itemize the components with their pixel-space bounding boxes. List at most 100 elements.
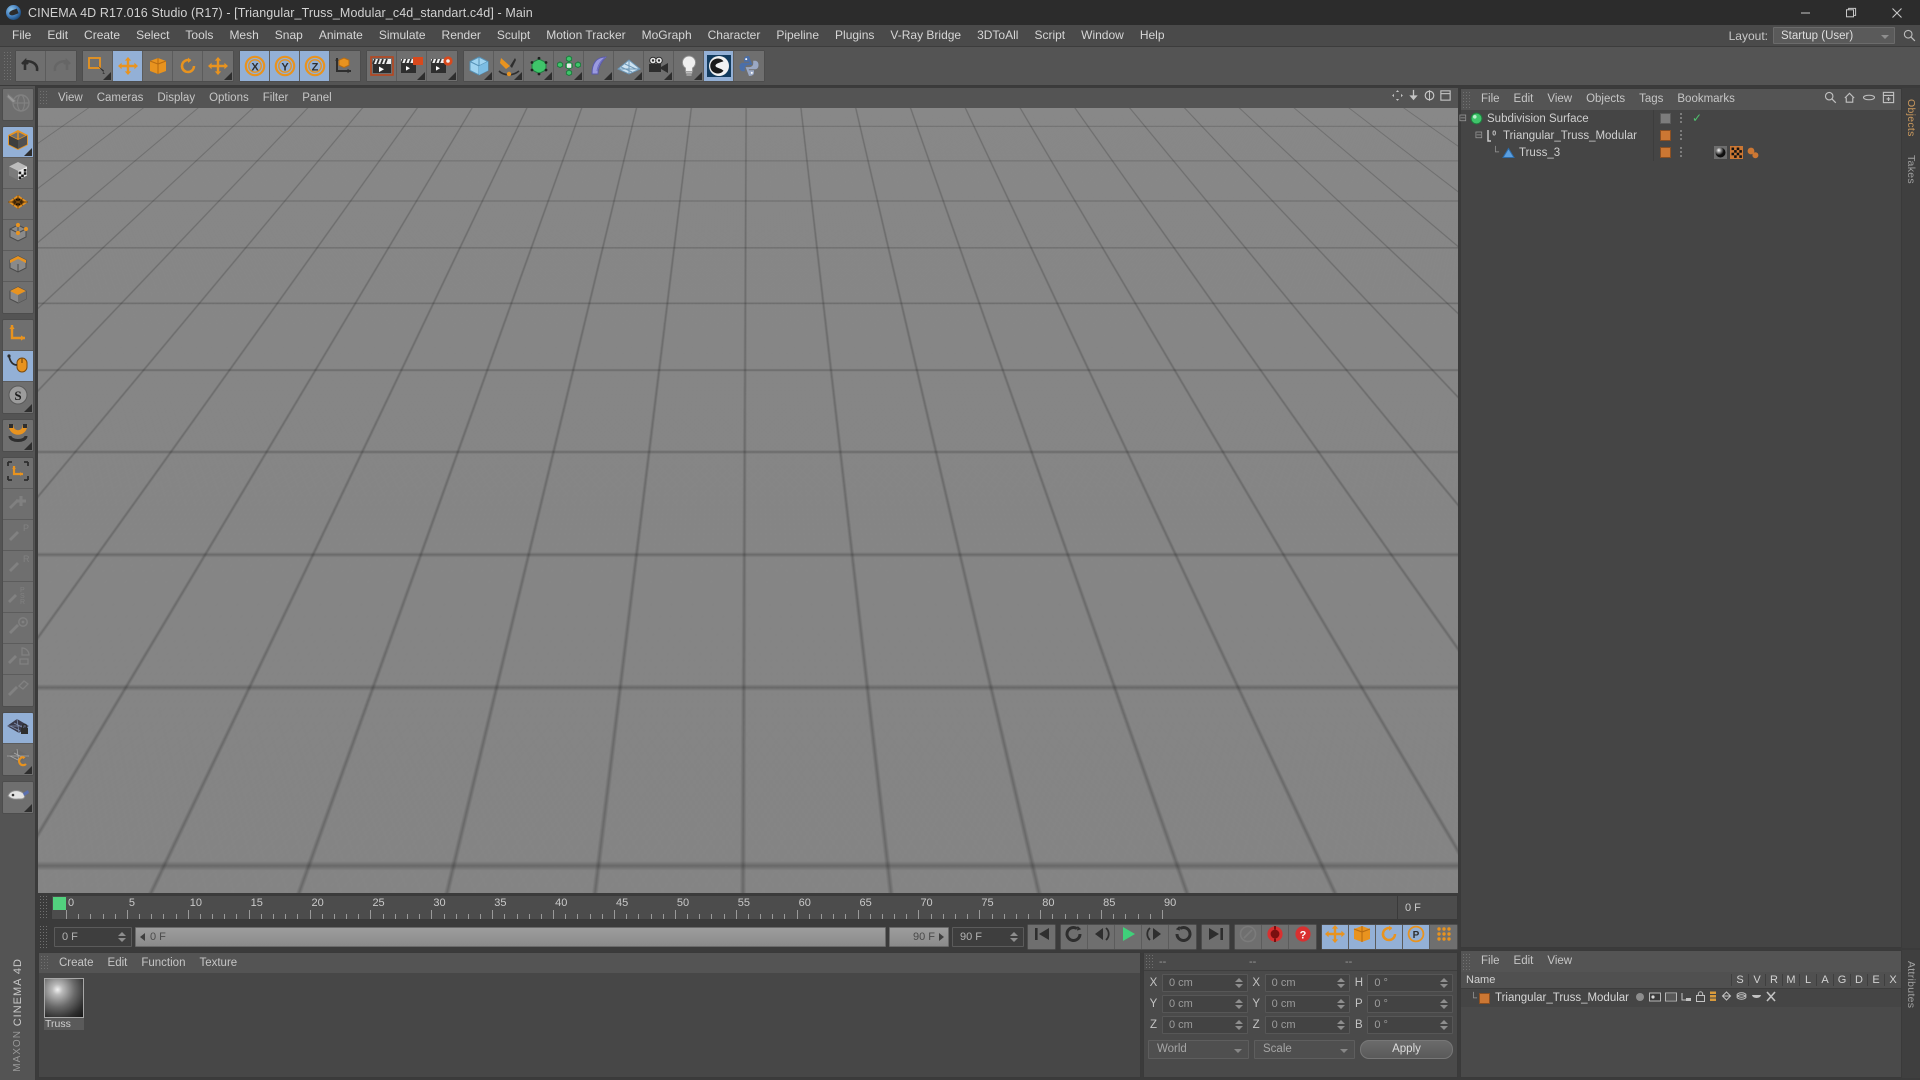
- coord-stepper-icon[interactable]: [1337, 997, 1346, 1011]
- phong-tag-icon[interactable]: [1746, 146, 1760, 162]
- material-menu-function[interactable]: Function: [134, 954, 192, 973]
- coord-stepper-icon[interactable]: [1440, 1018, 1449, 1032]
- attributes-column-m[interactable]: M: [1782, 974, 1799, 986]
- home-icon[interactable]: [1843, 91, 1856, 109]
- polygons-mode-button[interactable]: [2, 282, 33, 313]
- attributes-manager-grip[interactable]: [1461, 953, 1471, 970]
- search-icon[interactable]: [1900, 27, 1918, 45]
- goto-end-button[interactable]: [1202, 924, 1229, 949]
- menu-motion-tracker[interactable]: Motion Tracker: [538, 25, 633, 46]
- object-menu-objects[interactable]: Objects: [1579, 90, 1632, 109]
- timeline-ruler[interactable]: 0 5 10 15 20 25 30 35 40 45 50 55 60 65 70 75 80 85 90: [51, 895, 1398, 920]
- render-settings-button[interactable]: [427, 51, 457, 81]
- rotate-tool-button[interactable]: [173, 51, 203, 81]
- uv-polygons-button[interactable]: [2, 189, 33, 220]
- axis-z-lock-button[interactable]: Z: [300, 51, 330, 81]
- apply-button[interactable]: Apply: [1360, 1039, 1453, 1059]
- attributes-column-name[interactable]: Name: [1461, 974, 1731, 986]
- attributes-menu-view[interactable]: View: [1540, 952, 1579, 971]
- coord-stepper-icon[interactable]: [1337, 976, 1346, 990]
- material-menu-create[interactable]: Create: [52, 954, 101, 973]
- axis-x-lock-button[interactable]: X: [240, 51, 270, 81]
- object-row[interactable]: ⊟ Subdivision Surface ✓: [1459, 110, 1901, 127]
- key-rotation-button[interactable]: [1376, 924, 1403, 949]
- add-spline-button[interactable]: [494, 51, 524, 81]
- menu-mograph[interactable]: MoGraph: [634, 25, 700, 46]
- coord-stepper-icon[interactable]: [1234, 976, 1244, 990]
- redo-button[interactable]: [46, 51, 76, 81]
- coord-field-size[interactable]: 0 cm: [1264, 1016, 1351, 1034]
- coord-stepper-icon[interactable]: [1440, 997, 1449, 1011]
- menu-simulate[interactable]: Simulate: [371, 25, 434, 46]
- transform-tool-button[interactable]: [203, 51, 233, 81]
- object-menu-edit[interactable]: Edit: [1507, 90, 1541, 109]
- object-layer-swatch[interactable]: [1660, 130, 1671, 141]
- object-menu-bookmarks[interactable]: Bookmarks: [1670, 90, 1742, 109]
- side-tab-takes[interactable]: Takes: [1904, 150, 1918, 189]
- search-icon[interactable]: [1824, 91, 1837, 109]
- texture-mode-button[interactable]: [2, 158, 33, 189]
- tree-expand-icon[interactable]: ⊟: [1461, 130, 1485, 141]
- add-primitive-button[interactable]: [464, 51, 494, 81]
- menu-create[interactable]: Create: [76, 25, 128, 46]
- side-tab-objects[interactable]: Objects: [1904, 94, 1918, 142]
- workplane-button[interactable]: [2, 458, 33, 489]
- object-manager-grip[interactable]: [1461, 91, 1471, 108]
- timeline-end-field[interactable]: 0 F: [1398, 895, 1458, 920]
- attributes-column-r[interactable]: R: [1765, 974, 1782, 986]
- tree-expand-icon[interactable]: ⊟: [1459, 113, 1469, 124]
- side-tab-attributes[interactable]: Attributes: [1904, 956, 1918, 1013]
- generator-icon[interactable]: [1721, 991, 1732, 1005]
- content-browser-button[interactable]: [704, 51, 734, 81]
- coord-field-size[interactable]: 0 cm: [1264, 995, 1351, 1013]
- material-chip[interactable]: Truss: [44, 978, 84, 1030]
- circle-grey-icon[interactable]: [1635, 992, 1645, 1005]
- xref-icon[interactable]: [1766, 991, 1776, 1005]
- viewport-menu-display[interactable]: Display: [150, 89, 202, 108]
- attributes-column-g[interactable]: G: [1833, 974, 1850, 986]
- attributes-menu-edit[interactable]: Edit: [1507, 952, 1541, 971]
- material-menu-edit[interactable]: Edit: [101, 954, 135, 973]
- menu-window[interactable]: Window: [1073, 25, 1132, 46]
- key-pla-button[interactable]: [1430, 924, 1457, 949]
- play-button[interactable]: [1115, 924, 1142, 949]
- object-layer-swatch[interactable]: [1660, 147, 1671, 158]
- attributes-column-s[interactable]: S: [1731, 974, 1748, 986]
- keyframe-help-button[interactable]: ?: [1289, 924, 1316, 949]
- object-manager-list[interactable]: ⊟ Subdivision Surface ✓ ⊟ 0 Triangular_Truss_…: [1459, 110, 1901, 947]
- position-tool-button[interactable]: P: [2, 520, 33, 551]
- menu-pipeline[interactable]: Pipeline: [768, 25, 827, 46]
- material-manager-body[interactable]: Truss: [39, 973, 1140, 1077]
- attributes-menu-file[interactable]: File: [1474, 952, 1507, 971]
- add-camera-button[interactable]: [644, 51, 674, 81]
- coord-field-rotation[interactable]: 0 °: [1367, 1016, 1454, 1034]
- perspective-viewport[interactable]: Perspective Grid Spacing : 10 cm Y X Z: [38, 108, 1458, 893]
- coord-field-position[interactable]: 0 cm: [1162, 995, 1248, 1013]
- viewport-grip[interactable]: [38, 90, 48, 106]
- pan-viewport-icon[interactable]: [1391, 89, 1404, 107]
- menu-edit[interactable]: Edit: [39, 25, 76, 46]
- menu-mesh[interactable]: Mesh: [221, 25, 266, 46]
- make-editable-button[interactable]: [2, 89, 33, 120]
- maximize-icon[interactable]: [1828, 0, 1874, 25]
- attributes-column-l[interactable]: L: [1799, 974, 1816, 986]
- menu-help[interactable]: Help: [1132, 25, 1173, 46]
- attributes-column-v[interactable]: V: [1748, 974, 1765, 986]
- menu-3dtoall[interactable]: 3DToAll: [969, 25, 1026, 46]
- close-icon[interactable]: [1874, 0, 1920, 25]
- toolbar-grip[interactable]: [2, 51, 12, 81]
- add-point-button[interactable]: [2, 489, 33, 520]
- visibility-dots-icon[interactable]: [1680, 147, 1682, 157]
- attributes-row[interactable]: └ Triangular_Truss_Modular: [1461, 989, 1901, 1007]
- key-scale-button[interactable]: [1349, 924, 1376, 949]
- key-position-button[interactable]: [1322, 924, 1349, 949]
- material-manager-grip[interactable]: [39, 955, 49, 971]
- coord-stepper-icon[interactable]: [1337, 1018, 1346, 1032]
- texture-tag-icon[interactable]: [1730, 146, 1743, 162]
- animation-icon[interactable]: [1709, 991, 1717, 1005]
- coord-stepper-icon[interactable]: [1440, 976, 1449, 990]
- coord-stepper-icon[interactable]: [1234, 997, 1244, 1011]
- deformer-icon[interactable]: [1736, 991, 1747, 1005]
- frame-stepper-icon[interactable]: [118, 930, 127, 944]
- object-axis-button[interactable]: [2, 320, 33, 351]
